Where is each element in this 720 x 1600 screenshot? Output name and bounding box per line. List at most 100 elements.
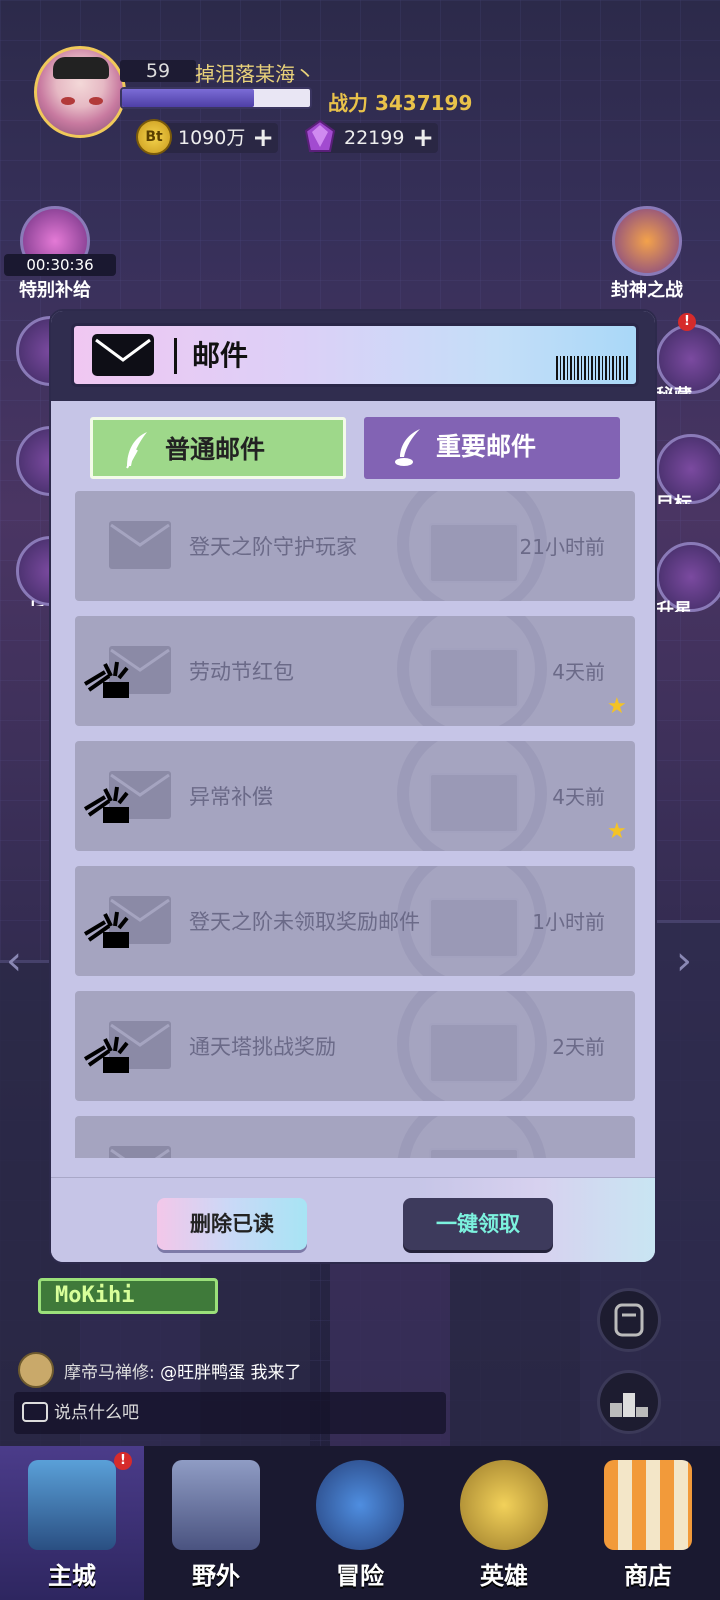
chat-placeholder: 说点什么吧 xyxy=(54,1403,139,1423)
nav-label: 商店 xyxy=(624,1562,672,1590)
nav-shop[interactable]: 商店 xyxy=(576,1446,720,1600)
city-building-icon xyxy=(28,1460,116,1550)
combat-power: 战力 3437199 xyxy=(328,91,473,115)
xp-bar xyxy=(120,87,312,109)
fortress-icon xyxy=(172,1460,260,1550)
mail-item[interactable]: 登天之阶守护玩家 21小时前 xyxy=(75,491,635,601)
player-name: 掉泪落某海丶 xyxy=(195,62,315,86)
nav-wild[interactable]: 野外 xyxy=(144,1446,288,1600)
mail-title: 登天之阶未领取奖励邮件 xyxy=(189,910,420,934)
gem-value: 22199 xyxy=(344,127,405,149)
balloon-gift-icon xyxy=(612,206,682,276)
main-city-badge: ! xyxy=(114,1452,132,1470)
add-gem-button[interactable]: + xyxy=(412,123,434,153)
mail-time: 2天前 xyxy=(552,1035,605,1059)
title-separator xyxy=(174,338,177,374)
side-label: 七日 xyxy=(20,596,50,606)
nav-label: 主城 xyxy=(48,1562,96,1590)
coin-counter[interactable]: Bt 1090万 + xyxy=(136,119,278,155)
tab-label: 重要邮件 xyxy=(436,432,537,461)
chat-message-text: @旺胖鸭蛋 我来了 xyxy=(160,1363,302,1383)
mail-title: 异常补偿 xyxy=(189,785,273,809)
mail-dialog-header: 邮件 xyxy=(51,311,655,401)
chat-bubble-icon xyxy=(22,1402,48,1422)
side-treasure[interactable]: 秘藏 xyxy=(656,324,720,394)
mail-dialog: 邮件 普通邮件 重要邮件 登天之阶守护玩家 21小时前 劳动节红包 4天前 ★ 异常补偿 4… xyxy=(49,309,657,1264)
limited-icon xyxy=(16,316,50,386)
chat-user-avatar xyxy=(18,1352,54,1388)
bt-coin-icon: Bt xyxy=(136,119,172,155)
shop-stall-icon xyxy=(604,1460,692,1550)
purple-gem-icon xyxy=(302,119,338,155)
scroll-right-arrow-icon[interactable]: › xyxy=(676,938,692,984)
add-coin-button[interactable]: + xyxy=(252,123,274,153)
mail-title: 通天塔挑战奖励 xyxy=(189,1035,336,1059)
coin-value: 1090万 xyxy=(178,127,246,149)
side-label: 目标 xyxy=(656,490,692,504)
party-popper-icon xyxy=(83,1036,129,1073)
side-upgrade-star[interactable]: 升星 xyxy=(656,542,720,612)
mail-dialog-title: 邮件 xyxy=(192,339,249,372)
mail-envelope-icon xyxy=(109,521,171,569)
party-popper-icon xyxy=(83,786,129,823)
side-seven-day[interactable]: 七日 xyxy=(2,536,50,606)
mail-title: 劳动节红包 xyxy=(189,660,294,684)
backpack-button[interactable] xyxy=(597,1288,661,1352)
mail-item[interactable] xyxy=(75,1116,635,1158)
nav-adventure[interactable]: 冒险 xyxy=(288,1446,432,1600)
backpack-icon xyxy=(614,1303,644,1337)
nav-label: 冒险 xyxy=(336,1562,384,1590)
podium-icon xyxy=(610,1393,648,1417)
mail-time: 21小时前 xyxy=(519,535,605,559)
tab-normal-mail[interactable]: 普通邮件 xyxy=(90,417,346,479)
watermark-envelope-icon xyxy=(429,898,519,958)
mail-item[interactable]: 异常补偿 4天前 ★ xyxy=(75,741,635,851)
side-goal[interactable]: 目标 xyxy=(656,434,720,504)
supply-timer: 00:30:36 xyxy=(4,254,116,276)
mail-dialog-footer: 删除已读 一键领取 xyxy=(51,1177,655,1262)
mail-list[interactable]: 登天之阶守护玩家 21小时前 劳动节红包 4天前 ★ 异常补偿 4天前 ★ 登天之阶未领取奖励邮… xyxy=(75,491,635,1158)
star-icon: ★ xyxy=(607,819,627,844)
chat-input[interactable]: 说点什么吧 xyxy=(14,1392,446,1434)
watermark-envelope-icon xyxy=(429,773,519,833)
envelope-icon xyxy=(92,334,154,376)
mail-time: 4天前 xyxy=(552,660,605,684)
tab-important-mail[interactable]: 重要邮件 xyxy=(364,417,620,479)
mail-time: 4天前 xyxy=(552,785,605,809)
side-god-battle[interactable]: 封神之战 xyxy=(606,206,688,302)
delete-read-button[interactable]: 删除已读 xyxy=(157,1198,307,1250)
gem-counter[interactable]: 22199 + xyxy=(304,119,438,153)
scroll-left-arrow-icon[interactable]: ‹ xyxy=(6,938,22,984)
monster-icon xyxy=(316,1460,404,1550)
mail-title: 登天之阶守护玩家 xyxy=(189,535,357,559)
mail-envelope-icon xyxy=(109,1146,171,1158)
xp-bar-fill xyxy=(122,89,254,107)
side-five-star[interactable]: 五星 xyxy=(2,426,50,496)
player-level: 59 xyxy=(120,60,196,82)
mail-time: 1小时前 xyxy=(532,910,605,934)
watermark-envelope-icon xyxy=(429,1023,519,1083)
bottom-nav: 主城 野外 冒险 英雄 商店 xyxy=(0,1446,720,1600)
side-limited[interactable]: 限时 xyxy=(2,316,50,386)
ranking-button[interactable] xyxy=(597,1370,661,1434)
watermark-envelope-icon xyxy=(429,523,519,583)
nav-label: 英雄 xyxy=(480,1562,528,1590)
mail-item[interactable]: 通天塔挑战奖励 2天前 xyxy=(75,991,635,1101)
watermark-envelope-icon xyxy=(429,648,519,708)
party-popper-icon xyxy=(83,911,129,948)
mail-item[interactable]: 登天之阶未领取奖励邮件 1小时前 xyxy=(75,866,635,976)
mail-item[interactable]: 劳动节红包 4天前 ★ xyxy=(75,616,635,726)
chat-message[interactable]: 摩帝马禅修: @旺胖鸭蛋 我来了 xyxy=(18,1352,438,1388)
barcode-decoration xyxy=(556,356,628,380)
shop-sign: MoKihi xyxy=(38,1278,218,1314)
feather-icon xyxy=(126,432,147,469)
side-label: 封神之战 xyxy=(611,280,683,301)
side-label: 秘藏 xyxy=(656,382,692,394)
side-label: 五星 xyxy=(20,492,50,496)
side-label: 特别补给 xyxy=(19,280,91,301)
player-avatar[interactable] xyxy=(34,46,126,138)
star-icon: ★ xyxy=(607,694,627,719)
mail-title-bar: 邮件 xyxy=(71,323,639,387)
claim-all-button[interactable]: 一键领取 xyxy=(403,1198,553,1250)
nav-heroes[interactable]: 英雄 xyxy=(432,1446,576,1600)
